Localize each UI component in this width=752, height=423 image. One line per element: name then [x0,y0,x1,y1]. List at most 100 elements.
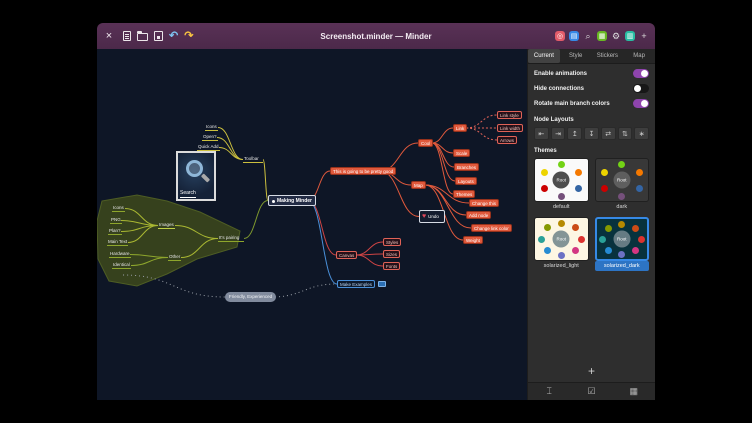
bottom-tool-0[interactable]: ⌶ [537,386,561,397]
map-node-t1[interactable]: Icons [205,124,218,131]
theme-dot [575,169,582,176]
node-layout-button-3[interactable]: ↧ [584,127,599,140]
map-node-cool[interactable]: Cool [418,139,433,147]
node-layout-button-1[interactable]: ⇥ [551,127,566,140]
map-node-g5[interactable]: Hardware [109,251,131,258]
theme-card-solarized_light[interactable]: Root [534,217,589,261]
theme-dot [601,169,608,176]
map-node-m3[interactable]: Change link color [471,224,512,232]
map-node-images[interactable]: Images [158,222,175,229]
sidebar-spacer [534,271,649,361]
tab-map[interactable]: Map [623,49,655,63]
theme-dot [618,221,625,228]
map-node-center[interactable]: Making Minder [268,195,316,206]
theme-dot [599,236,606,243]
open-folder-icon[interactable] [137,33,148,41]
map-node-themes[interactable]: Themes [453,190,475,198]
node-layout-button-6[interactable]: ∗ [634,127,649,140]
node-layout-button-0[interactable]: ⇤ [534,127,549,140]
node-layouts-title: Node Layouts [534,117,649,123]
map-node-undo[interactable]: ♥Undo [419,210,445,223]
heart-node-label: Undo [428,214,439,220]
map-node-pill[interactable]: Friendly, Experienced [225,292,276,302]
map-node-mapn[interactable]: Map [411,181,426,189]
theme-root-node: Root [553,231,570,248]
map-node-link[interactable]: Link [453,124,467,132]
theme-solarized_light[interactable]: Rootsolarized_light [534,217,589,271]
map-node-examples[interactable]: Make Examples [337,280,375,288]
settings-gear-icon[interactable]: ⚙ [611,31,621,41]
save-icon[interactable] [154,31,163,41]
new-document-icon[interactable] [123,31,131,41]
theme-dot [572,247,579,254]
map-node-c1[interactable]: Styles [383,238,401,246]
map-node-pair[interactable]: It's pairing [218,235,244,242]
map-node-c2[interactable]: Sizes [383,250,400,258]
map-node-t3[interactable]: Quick Add [197,144,220,151]
switch-row-0: Enable animations [534,69,649,78]
map-node-m4[interactable]: Weight [463,236,483,244]
toggle-hide-connections[interactable] [633,84,649,93]
main-content: Icons Open? Quick Add Toolbar Making Minder S… [97,49,655,400]
map-node-c3[interactable]: Fonts [383,262,400,270]
toggle-enable-animations[interactable] [633,69,649,78]
map-node-g4[interactable]: Main Text [107,239,128,246]
map-node-other[interactable]: Other [168,254,181,261]
map-node-g3[interactable]: Plan? [108,228,122,235]
theme-dot [618,251,625,258]
theme-card-dark[interactable]: Root [595,158,650,202]
node-layout-button-4[interactable]: ⇄ [601,127,616,140]
redo-icon[interactable]: ↷ [184,31,193,42]
theme-dot [538,236,545,243]
theme-card-default[interactable]: Root [534,158,589,202]
map-node-r1[interactable]: Link style [497,111,522,119]
map-node-canvasn[interactable]: Canvas [336,251,357,259]
node-layout-button-2[interactable]: ↥ [567,127,582,140]
map-node-r2[interactable]: Link width [497,124,523,132]
map-node-layouts[interactable]: Layouts [455,177,477,185]
quick-entry-icon[interactable]: ▤ [569,31,579,41]
map-node-toolbar[interactable]: Toolbar [243,156,263,163]
map-node-g1[interactable]: Icons [112,205,125,212]
theme-dot [605,247,612,254]
toolbar-right: ◎ ▤ ⌕ ▦ ⚙ ▥ + [555,31,649,41]
theme-default[interactable]: Rootdefault [534,158,589,212]
map-node-scale[interactable]: Scale [453,149,470,157]
map-node-r3[interactable]: Arrows [497,136,517,144]
map-node-m1[interactable]: Change this [469,199,499,207]
close-button[interactable]: × [103,30,115,42]
theme-dot [638,236,645,243]
toggle-rotate-main-branch-colors[interactable] [633,99,649,108]
mindmap-canvas[interactable]: Icons Open? Quick Add Toolbar Making Minder S… [97,49,527,400]
map-node-g6[interactable]: Identical [112,262,131,269]
theme-dot [558,220,565,227]
titlebar: × ↶ ↷ Screenshot.minder — Minder ◎▤⌕▦⚙▥+ [97,23,655,49]
map-node-t2[interactable]: Open? [202,134,218,141]
node-layout-button-5[interactable]: ⇅ [618,127,633,140]
map-overview-icon[interactable]: ▦ [597,31,607,41]
theme-card-solarized_dark[interactable]: Root [595,217,650,261]
tab-stickers[interactable]: Stickers [592,49,624,63]
theme-dot [618,193,625,200]
bottom-tool-1[interactable]: ☑ [579,386,603,397]
add-theme-button[interactable]: + [534,361,649,382]
export-icon[interactable]: ▥ [625,31,635,41]
focus-mode-icon[interactable]: ◎ [555,31,565,41]
theme-label-dark: dark [595,202,650,212]
minder-window: × ↶ ↷ Screenshot.minder — Minder ◎▤⌕▦⚙▥+… [97,23,655,400]
theme-solarized_dark[interactable]: Rootsolarized_dark [595,217,650,271]
bottom-tool-2[interactable]: ▦ [622,386,646,397]
undo-icon[interactable]: ↶ [169,31,178,42]
map-node-m2[interactable]: Add node [466,211,491,219]
map-node-main[interactable]: This is going to be pretty good [330,167,396,175]
map-node-searchimg[interactable]: Search [176,151,216,201]
tab-current[interactable]: Current [528,49,560,63]
new-map-icon[interactable]: + [639,31,649,41]
map-node-g2[interactable]: PNG [110,217,122,224]
map-node-branches[interactable]: Branches [454,163,479,171]
theme-root-node: Root [613,172,630,189]
tab-style[interactable]: Style [560,49,592,63]
theme-dark[interactable]: Root dark [595,158,650,212]
map-node-linkicon[interactable] [378,281,386,287]
zoom-icon[interactable]: ⌕ [583,31,593,41]
